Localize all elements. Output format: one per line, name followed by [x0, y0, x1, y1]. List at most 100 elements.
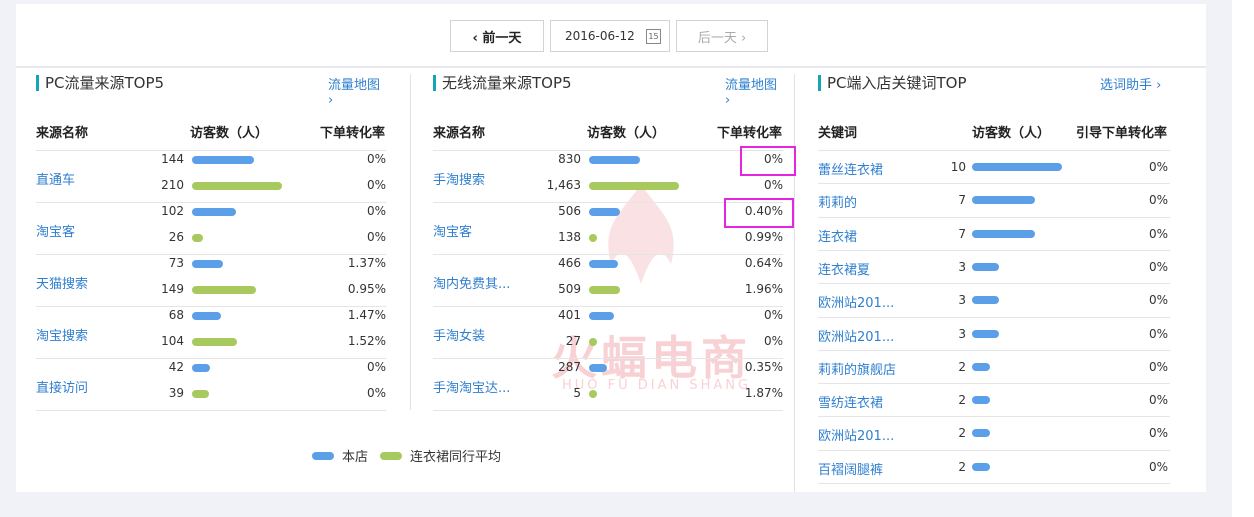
- industry-visitor-bar: [192, 286, 256, 294]
- industry-conversion-rate: 1.87%: [744, 386, 783, 400]
- section-title: 无线流量来源TOP5: [433, 72, 572, 93]
- date-value: 2016-06-12: [565, 29, 635, 43]
- calendar-icon[interactable]: 15: [646, 29, 661, 44]
- traffic-map-link[interactable]: 流量地图 ›: [328, 74, 386, 108]
- keyword-conversion-rate: 0%: [1148, 160, 1168, 174]
- row-divider: [433, 254, 783, 255]
- main-panel: ‹ 前一天 2016-06-12 15 后一天 › 火蝠电商 HUO FU DI…: [16, 4, 1206, 492]
- pc-source-section: PC流量来源TOP5 流量地图 › 来源名称 访客数（人） 下单转化率 直通车 1…: [36, 66, 386, 466]
- keyword-conversion-rate: 0%: [1148, 326, 1168, 341]
- store-conversion-rate: 0%: [366, 204, 386, 218]
- next-day-button[interactable]: 后一天 ›: [676, 20, 768, 52]
- source-name-link[interactable]: 淘内免费其...: [433, 273, 510, 292]
- row-divider: [36, 306, 386, 307]
- keyword-visitor-bar: [972, 429, 990, 438]
- keyword-conversion-rate: 0%: [1148, 293, 1168, 308]
- keyword-conversion-rate: 0%: [1148, 426, 1168, 441]
- keyword-link[interactable]: 雪纺连衣裙: [818, 392, 883, 411]
- store-visitor-bar: [589, 260, 618, 268]
- highlight-box: [740, 146, 796, 176]
- row-divider: [818, 449, 1170, 451]
- legend-industry-label: 连衣裙同行平均: [410, 450, 502, 465]
- row-divider: [818, 283, 1170, 285]
- industry-visitor-bar: [589, 390, 597, 398]
- keyword-link[interactable]: 莉莉的旗舰店: [818, 359, 896, 378]
- store-conversion-rate: 0%: [366, 360, 386, 374]
- store-visitors: 506: [558, 204, 581, 218]
- header-divider: [36, 150, 386, 151]
- row-divider: [36, 254, 386, 255]
- legend-industry-swatch: [380, 451, 403, 460]
- keyword-link[interactable]: 蕾丝连衣裙: [818, 159, 883, 178]
- store-visitors: 42: [168, 360, 184, 374]
- keyword-link[interactable]: 莉莉的: [818, 192, 857, 211]
- source-name-link[interactable]: 手淘女装: [433, 325, 485, 344]
- keyword-visitors: 3: [958, 326, 966, 341]
- col-header-rate: 下单转化率: [717, 126, 783, 141]
- industry-visitor-bar: [192, 338, 237, 346]
- source-name-link[interactable]: 淘宝客: [433, 221, 472, 240]
- industry-conversion-rate: 0.95%: [347, 282, 386, 296]
- source-name-link[interactable]: 淘宝客: [36, 221, 75, 240]
- keyword-link[interactable]: 欧洲站201...: [818, 425, 894, 444]
- keyword-visitor-bar: [972, 229, 1035, 238]
- prev-day-button[interactable]: ‹ 前一天: [450, 20, 544, 52]
- industry-visitor-bar: [589, 234, 597, 242]
- keyword-link[interactable]: 连衣裙: [818, 226, 857, 245]
- keyword-link[interactable]: 欧洲站201...: [818, 326, 894, 345]
- source-name-link[interactable]: 手淘淘宝达...: [433, 377, 510, 396]
- col-header-rate: 引导下单转化率: [1076, 126, 1168, 141]
- source-name-link[interactable]: 直接访问: [36, 377, 88, 396]
- store-visitor-bar: [589, 364, 607, 372]
- header-divider: [433, 150, 783, 151]
- row-divider: [36, 202, 386, 203]
- col-header-source: 来源名称: [433, 126, 486, 141]
- industry-visitors: 149: [161, 282, 184, 296]
- industry-visitor-bar: [192, 182, 282, 190]
- store-visitor-bar: [192, 364, 210, 372]
- industry-visitors: 27: [565, 334, 581, 348]
- keyword-link[interactable]: 百褶阔腿裤: [818, 459, 883, 478]
- store-visitor-bar: [589, 208, 620, 216]
- industry-conversion-rate: 0%: [366, 386, 386, 400]
- keyword-link[interactable]: 欧洲站201...: [818, 292, 894, 311]
- row-divider: [818, 316, 1170, 318]
- col-header-visitors: 访客数（人）: [190, 126, 269, 141]
- date-picker[interactable]: 2016-06-12 15: [550, 20, 670, 52]
- right-scroll-gutter: [1232, 0, 1254, 517]
- row-divider: [818, 183, 1170, 185]
- keyword-visitor-bar: [972, 296, 999, 305]
- store-conversion-rate: 1.47%: [347, 308, 386, 322]
- row-divider: [36, 358, 386, 359]
- industry-conversion-rate: 0%: [763, 334, 783, 348]
- col-header-source: 来源名称: [36, 126, 89, 141]
- industry-visitor-bar: [192, 390, 209, 398]
- source-name-link[interactable]: 手淘搜索: [433, 169, 485, 188]
- row-divider: [818, 249, 1170, 251]
- title-accent: [36, 74, 39, 91]
- source-name-link[interactable]: 直通车: [36, 169, 75, 188]
- keyword-visitors: 7: [958, 193, 966, 208]
- row-divider: [818, 383, 1170, 385]
- keyword-visitor-bar: [972, 462, 990, 471]
- keyword-helper-link[interactable]: 选词助手 ›: [1100, 74, 1161, 93]
- keyword-visitors: 2: [958, 359, 966, 374]
- traffic-map-link[interactable]: 流量地图 ›: [725, 74, 783, 108]
- keyword-visitor-bar: [972, 196, 1035, 205]
- col-header-visitors: 访客数（人）: [587, 126, 666, 141]
- legend-store-swatch: [312, 451, 334, 460]
- store-visitor-bar: [192, 312, 221, 320]
- industry-visitor-bar: [589, 286, 620, 294]
- keyword-conversion-rate: 0%: [1148, 393, 1168, 408]
- industry-visitors: 104: [161, 334, 184, 348]
- store-visitor-bar: [589, 312, 614, 320]
- keyword-visitor-bar: [972, 262, 999, 271]
- keyword-link[interactable]: 连衣裙夏: [818, 259, 870, 278]
- industry-visitor-bar: [589, 338, 597, 346]
- row-divider: [433, 358, 783, 359]
- source-name-link[interactable]: 天猫搜索: [36, 273, 88, 292]
- store-visitor-bar: [192, 260, 223, 268]
- source-name-link[interactable]: 淘宝搜索: [36, 325, 88, 344]
- row-divider: [818, 483, 1170, 484]
- industry-visitors: 210: [161, 178, 184, 192]
